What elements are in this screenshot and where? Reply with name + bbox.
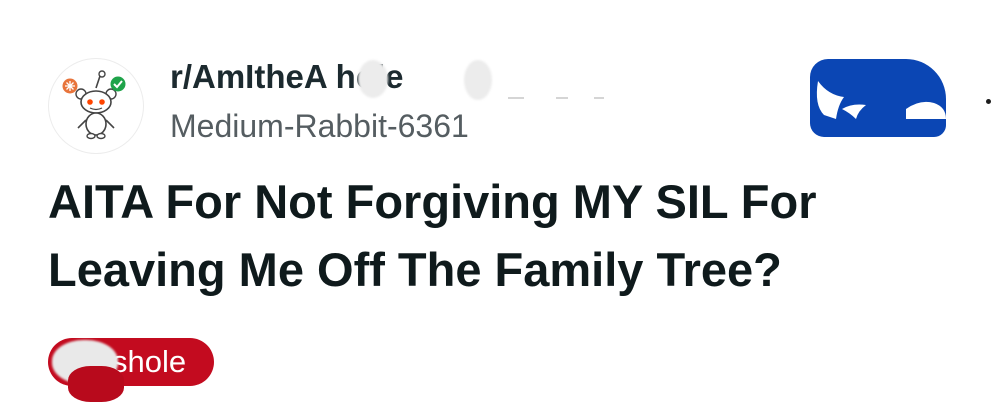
post-author[interactable]: Medium-Rabbit-6361 <box>170 108 469 145</box>
divider-fragment <box>594 97 604 99</box>
redaction-smudge <box>358 60 388 98</box>
divider-fragment <box>556 97 568 99</box>
flair-label: shole <box>112 344 187 379</box>
menu-dot <box>986 99 991 104</box>
redaction-smudge <box>464 60 492 100</box>
divider-fragment <box>508 97 524 99</box>
redaction-smudge <box>68 366 124 402</box>
post-title[interactable]: AITA For Not Forgiving MY SIL For Leavin… <box>48 168 948 304</box>
overflow-menu-icon[interactable] <box>984 95 992 109</box>
join-button[interactable] <box>810 59 946 137</box>
snoo-avatar-icon <box>62 70 126 140</box>
subreddit-avatar[interactable] <box>48 58 144 154</box>
join-button-graphic <box>816 81 946 119</box>
